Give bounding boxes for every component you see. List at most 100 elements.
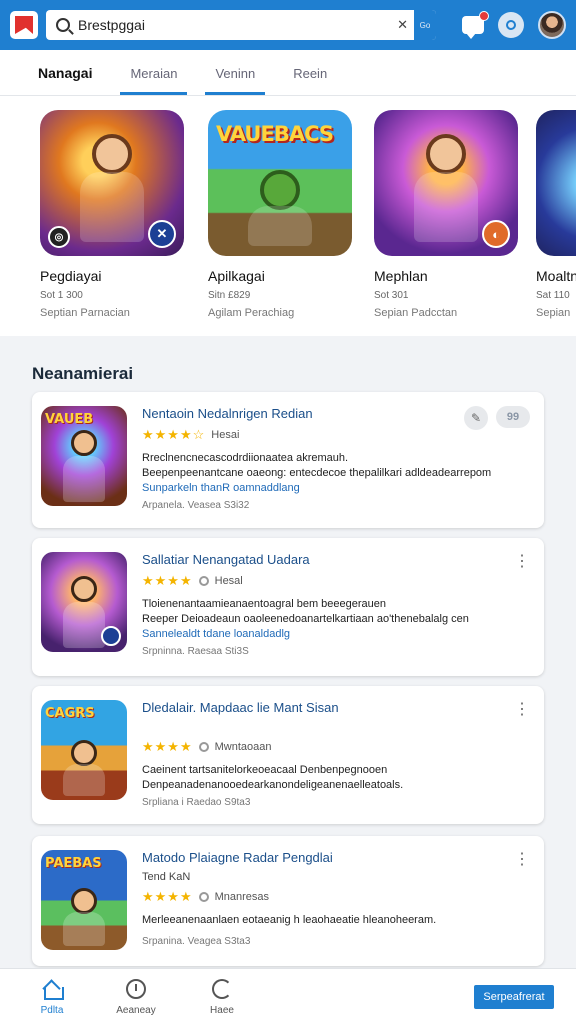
app-title[interactable]: Dledalair. Mapdaac lie Mant Sisan: [142, 700, 484, 715]
featured-meta: Sat 110: [536, 290, 570, 301]
card-actions: ✎ 99: [464, 406, 530, 430]
app-description: Caeinent tartsanitelorkeoeacaal Denbenpe…: [142, 764, 388, 776]
featured-name: Apilkagai: [208, 268, 265, 284]
x-badge-icon: ✕: [148, 220, 176, 248]
avatar[interactable]: [538, 11, 566, 39]
featured-subtitle: Agilam Perachiag: [208, 307, 295, 319]
list-item[interactable]: PAEBAS Matodo Plaiagne Radar Pengdlai Te…: [32, 836, 544, 966]
app-description: Tloienenantaamieanaentoagral bem beeeger…: [142, 598, 387, 610]
app-logo[interactable]: [10, 11, 38, 39]
list-item[interactable]: Sallatiar Nenangatad Uadara ★★★★ Hesal T…: [32, 538, 544, 676]
tab-veninn[interactable]: Veninn: [205, 66, 266, 95]
app-description: Merleeanenaanlaen eotaeanig h leaohaeati…: [142, 914, 437, 926]
featured-subtitle: Septian Parnacian: [40, 307, 130, 319]
character-body: [414, 172, 478, 242]
nav-label: Aeaneay: [116, 1005, 156, 1016]
app-header: ✕ Go: [0, 0, 576, 50]
character-body: [63, 764, 105, 796]
app-icon: VAUEB: [41, 406, 127, 506]
list-item-body: Sallatiar Nenangatad Uadara ★★★★ Hesal T…: [142, 552, 484, 657]
app-icon: CAGRS: [41, 700, 127, 800]
app-meta: Arpanela. Veasea S3i32: [142, 500, 250, 511]
chat-icon[interactable]: [462, 11, 489, 39]
rating-info-icon: [198, 892, 209, 902]
wrench-icon[interactable]: ✎: [464, 406, 488, 430]
search-input[interactable]: [78, 17, 398, 33]
character-head: [71, 576, 97, 602]
featured-name: Pegdiayai: [40, 268, 102, 284]
primary-action-button[interactable]: Serpeafrerat: [474, 985, 554, 1009]
list-item[interactable]: VAUEB Nentaoin Nedalnrigen Redian ★★★★☆ …: [32, 392, 544, 528]
app-description: Reeper Deioadeaun oaoleenedoanartelkarti…: [142, 613, 469, 625]
featured-image: VAUEBACS: [208, 110, 352, 256]
app-meta: Srpanina. Veagea S3ta3: [142, 936, 251, 947]
section-title: Neanamierai: [32, 364, 134, 383]
notification-dot: [479, 11, 489, 21]
app-description: Denpeanadenanooedearkanondeligeanenaelle…: [142, 779, 404, 791]
list-item-body: Nentaoin Nedalnrigen Redian ★★★★☆ Hesai …: [142, 406, 492, 511]
nav-label: Haee: [210, 1005, 234, 1016]
featured-image: [536, 110, 576, 256]
clock-icon: [126, 979, 146, 999]
quote-pill-button[interactable]: 99: [496, 406, 530, 428]
character-head: [71, 430, 97, 456]
rating-label: Hesai: [211, 429, 240, 441]
more-options-icon[interactable]: ⋮: [514, 554, 530, 570]
list-item[interactable]: CAGRS Dledalair. Mapdaac lie Mant Sisan …: [32, 686, 544, 824]
magnifier-icon: [506, 20, 516, 30]
clear-icon[interactable]: ✕: [397, 17, 408, 33]
character-head: [426, 134, 466, 174]
tab-meraian[interactable]: Meraian: [120, 66, 188, 95]
featured-meta: Sot 1 300: [40, 290, 83, 301]
mode-badge-icon: ◎: [48, 226, 70, 248]
bottom-navigation: Pdlta Aeaneay Haee Serpeafrerat: [0, 968, 576, 1024]
pick-badge-icon: ◐: [482, 220, 510, 248]
app-icon-title: PAEBAS: [45, 856, 102, 871]
nav-item-activity[interactable]: Aeaneay: [106, 979, 166, 1016]
more-options-icon[interactable]: ⋮: [514, 852, 530, 868]
character-head: [71, 740, 97, 766]
app-subtitle: Tend KaN: [142, 871, 191, 883]
app-link[interactable]: Sannelealdt tdane loanaldadlg: [142, 627, 484, 642]
star-rating: ★★★★: [142, 739, 193, 754]
rating-label: Mwntaoaan: [214, 741, 272, 753]
star-rating: ★★★★: [142, 889, 193, 904]
app-title[interactable]: Nentaoin Nedalnrigen Redian: [142, 406, 484, 421]
featured-card[interactable]: ◐ Mephlan Sot 301 Sepian Padcctan: [374, 110, 518, 319]
app-title[interactable]: Sallatiar Nenangatad Uadara: [142, 552, 484, 567]
rating-info-icon: [198, 576, 209, 586]
header-actions: [462, 11, 566, 39]
app-icon: PAEBAS: [41, 850, 127, 950]
nav-item-more[interactable]: Haee: [192, 979, 252, 1016]
featured-image: ◐: [374, 110, 518, 256]
featured-subtitle: Sepian: [536, 307, 571, 319]
featured-art-title: VAUEBACS: [216, 122, 334, 146]
tab-reein[interactable]: Reein: [283, 66, 337, 95]
featured-carousel[interactable]: ◎ ✕ Pegdiayai Sot 1 300 Septian Parnacia…: [0, 96, 576, 336]
character-body: [63, 602, 105, 648]
tab-nanagai[interactable]: Nanagai: [28, 65, 102, 95]
featured-card[interactable]: Moaltn Sat 110 Sepian: [536, 110, 576, 319]
featured-card[interactable]: VAUEBACS Apilkagai Sitn £829 Agilam Pera…: [208, 110, 352, 319]
star-rating: ★★★★☆: [142, 427, 206, 442]
app-title[interactable]: Matodo Plaiagne Radar Pengdlai: [142, 850, 484, 865]
app-icon: [41, 552, 127, 652]
app-icon-title: CAGRS: [45, 706, 95, 721]
app-description: Beepenpeenantcane oaeong: entecdecoe the…: [142, 467, 492, 479]
search-circle-button[interactable]: [498, 12, 524, 38]
rating-row: ★★★★ Mnanresas: [142, 889, 484, 905]
app-icon-title: VAUEB: [45, 412, 94, 427]
rating-row: ★★★★ Hesal: [142, 573, 484, 589]
app-meta: Srpliana i Raedao S9ta3: [142, 797, 251, 808]
featured-image: ◎ ✕: [40, 110, 184, 256]
character-body: [80, 172, 144, 242]
more-options-icon[interactable]: ⋮: [514, 702, 530, 718]
search-icon: [56, 18, 70, 32]
nav-label: Pdlta: [40, 1005, 64, 1016]
featured-card[interactable]: ◎ ✕ Pegdiayai Sot 1 300 Septian Parnacia…: [40, 110, 184, 319]
character-body: [63, 912, 105, 946]
app-description: Rreclnencnecascodrdiionaatea akremauh.: [142, 452, 349, 464]
nav-item-home[interactable]: Pdlta: [22, 979, 82, 1016]
search-submit-button[interactable]: Go: [414, 10, 436, 40]
app-link[interactable]: Sunparkeln thanR oamnaddlang: [142, 481, 484, 496]
